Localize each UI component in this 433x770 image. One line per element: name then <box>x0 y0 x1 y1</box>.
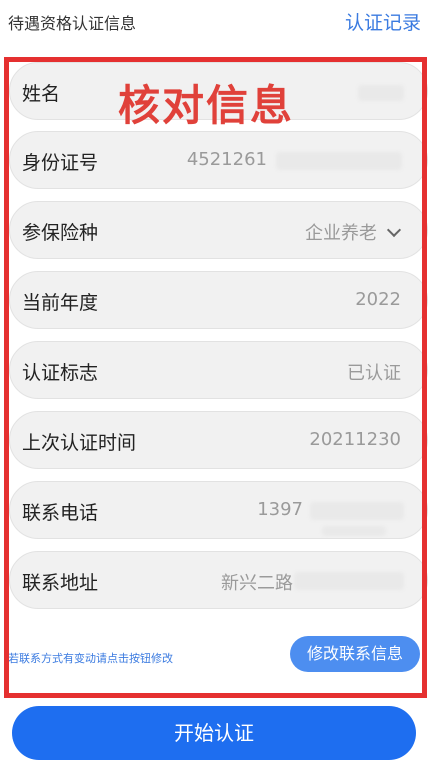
annotation-frame <box>4 57 427 698</box>
start-certification-button[interactable]: 开始认证 <box>12 706 416 760</box>
page-title: 待遇资格认证信息 <box>8 14 137 33</box>
annotation-text: 核对信息 <box>118 81 295 130</box>
header: 待遇资格认证信息 认证记录 <box>0 0 433 40</box>
certification-records-link[interactable]: 认证记录 <box>345 8 421 35</box>
